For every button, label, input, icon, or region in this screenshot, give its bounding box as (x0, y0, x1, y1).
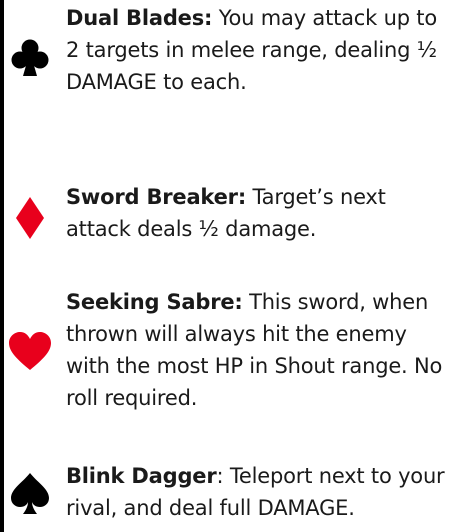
heart-icon (8, 330, 52, 374)
card-name: Seeking Sabre: (66, 290, 243, 314)
card-text: Seeking Sabre: This sword, when thrown w… (66, 286, 452, 414)
card-text: Sword Breaker: Target’s next attack deal… (66, 181, 452, 245)
club-icon (8, 36, 52, 80)
spade-icon (8, 472, 52, 516)
diamond-icon (8, 196, 52, 240)
card-name: Sword Breaker: (66, 185, 247, 209)
card-name: Blink Dagger (66, 464, 217, 488)
card-text: Dual Blades: You may attack up to 2 targ… (66, 2, 452, 98)
card-name: Dual Blades: (66, 6, 213, 30)
left-border (0, 0, 4, 532)
card-text: Blink Dagger: Teleport next to your riva… (66, 460, 452, 524)
